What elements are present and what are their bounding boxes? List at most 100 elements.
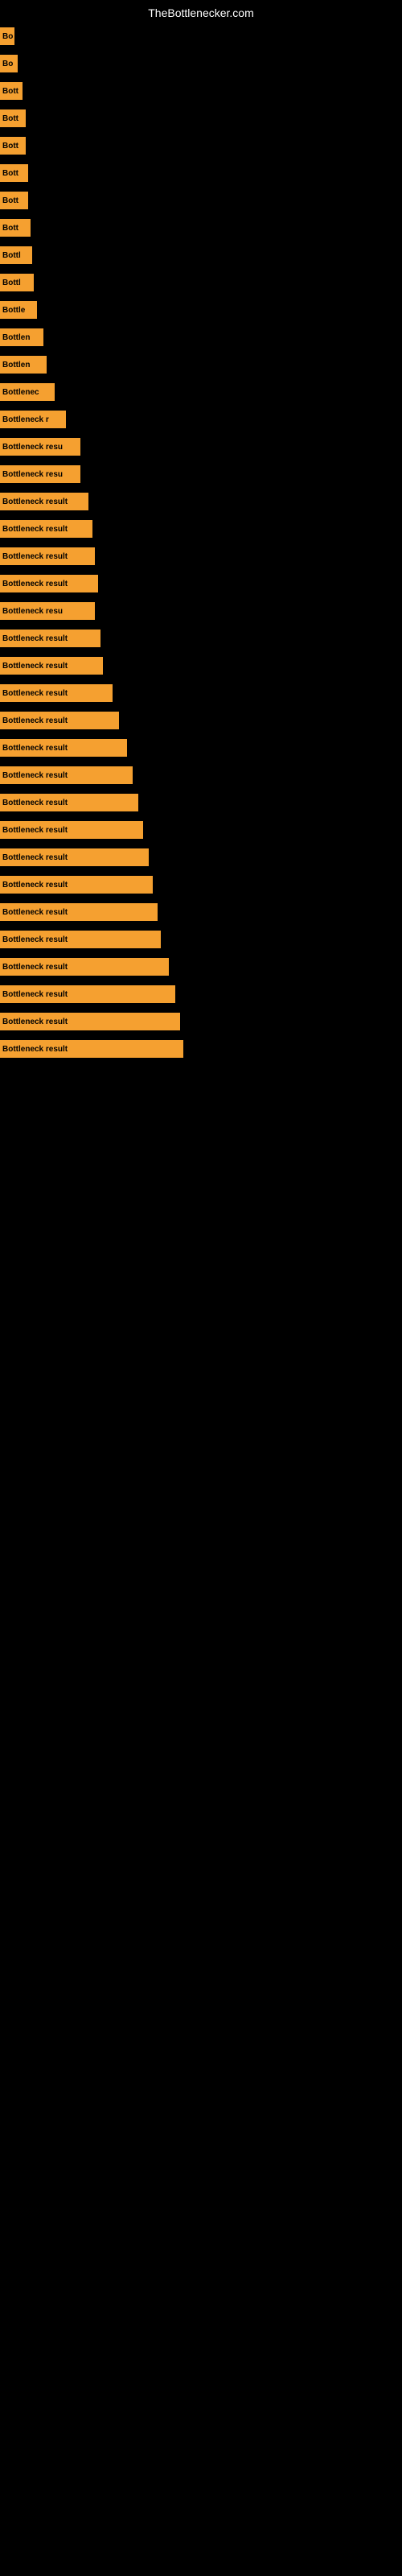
bar-row: Bott	[0, 77, 402, 105]
bar-row: Bottleneck resu	[0, 433, 402, 460]
bar: Bottlen	[0, 356, 47, 374]
bar-row: Bottleneck result	[0, 734, 402, 762]
bar: Bottlen	[0, 328, 43, 346]
bar: Bott	[0, 109, 26, 127]
site-title: TheBottlenecker.com	[0, 0, 402, 23]
bar-row: Bottleneck resu	[0, 597, 402, 625]
bar-row: Bottleneck result	[0, 625, 402, 652]
bar: Bottleneck result	[0, 712, 119, 729]
bar: Bottleneck result	[0, 493, 88, 510]
bar-row: Bottleneck result	[0, 953, 402, 980]
bar-text: Bottle	[2, 306, 25, 315]
bar-row: Bott	[0, 214, 402, 242]
bar-row: Bottlenec	[0, 378, 402, 406]
bar-text: Bottleneck result	[2, 580, 68, 588]
bar: Bottleneck result	[0, 657, 103, 675]
bar-text: Bottleneck result	[2, 990, 68, 999]
bar: Bottleneck result	[0, 1013, 180, 1030]
bar: Bottleneck resu	[0, 438, 80, 456]
bar-text: Bott	[2, 169, 18, 178]
bar: Bottleneck result	[0, 821, 143, 839]
bar-row: Bo	[0, 23, 402, 50]
bar-row: Bottleneck result	[0, 980, 402, 1008]
bar: Bott	[0, 192, 28, 209]
bar: Bottleneck result	[0, 903, 158, 921]
bar-text: Bottleneck resu	[2, 607, 63, 616]
bar: Bottleneck result	[0, 575, 98, 592]
bar-row: Bott	[0, 105, 402, 132]
bar-row: Bottleneck result	[0, 570, 402, 597]
bar-text: Bottleneck result	[2, 744, 68, 753]
bar-text: Bottleneck result	[2, 881, 68, 890]
bar-row: Bottleneck r	[0, 406, 402, 433]
bar-text: Bottleneck result	[2, 799, 68, 807]
bar: Bott	[0, 82, 23, 100]
bar-text: Bottleneck result	[2, 689, 68, 698]
bar-row: Bottlen	[0, 324, 402, 351]
bar-text: Bottleneck result	[2, 963, 68, 972]
bar-row: Bottl	[0, 242, 402, 269]
bar: Bottleneck result	[0, 684, 113, 702]
bar-row: Bo	[0, 50, 402, 77]
bar-text: Bottl	[2, 251, 21, 260]
bar-text: Bo	[2, 32, 13, 41]
bar-text: Bottlenec	[2, 388, 39, 397]
bar: Bott	[0, 164, 28, 182]
bar-text: Bottleneck result	[2, 826, 68, 835]
bar-row: Bottleneck result	[0, 1035, 402, 1063]
bar-text: Bottleneck result	[2, 853, 68, 862]
bar: Bottleneck result	[0, 985, 175, 1003]
bar-row: Bottleneck result	[0, 707, 402, 734]
bar: Bottleneck result	[0, 520, 92, 538]
bar-text: Bott	[2, 196, 18, 205]
bar-row: Bottleneck result	[0, 898, 402, 926]
bar-row: Bottleneck result	[0, 488, 402, 515]
bar: Bottleneck result	[0, 547, 95, 565]
bar-text: Bott	[2, 142, 18, 151]
bar-text: Bottleneck result	[2, 497, 68, 506]
bar: Bottleneck result	[0, 931, 161, 948]
bar: Bottlenec	[0, 383, 55, 401]
bar-text: Bottleneck result	[2, 908, 68, 917]
bar: Bottle	[0, 301, 37, 319]
bar: Bottleneck resu	[0, 602, 95, 620]
bar-text: Bottleneck result	[2, 935, 68, 944]
bar-text: Bott	[2, 114, 18, 123]
bar-row: Bottleneck result	[0, 926, 402, 953]
bar-row: Bottleneck result	[0, 871, 402, 898]
bar-text: Bottleneck resu	[2, 443, 63, 452]
bar-row: Bottleneck result	[0, 679, 402, 707]
bar-text: Bottl	[2, 279, 21, 287]
bar-row: Bottleneck result	[0, 816, 402, 844]
bar: Bottleneck result	[0, 1040, 183, 1058]
bar-row: Bottleneck result	[0, 789, 402, 816]
bar: Bottleneck result	[0, 739, 127, 757]
bar: Bottleneck result	[0, 630, 100, 647]
bar-text: Bottleneck result	[2, 716, 68, 725]
bar-row: Bottle	[0, 296, 402, 324]
bar-text: Bottlen	[2, 361, 30, 369]
bar-row: Bottleneck result	[0, 543, 402, 570]
bar-text: Bo	[2, 60, 13, 68]
bar-text: Bottleneck result	[2, 662, 68, 671]
bar: Bottleneck resu	[0, 465, 80, 483]
bar-row: Bottleneck result	[0, 1008, 402, 1035]
bar-row: Bottleneck resu	[0, 460, 402, 488]
bar-row: Bottleneck result	[0, 515, 402, 543]
bar: Bottleneck result	[0, 848, 149, 866]
bar-row: Bottleneck result	[0, 652, 402, 679]
bar: Bottl	[0, 274, 34, 291]
bar: Bott	[0, 219, 31, 237]
bar: Bottleneck result	[0, 876, 153, 894]
bar-text: Bottleneck result	[2, 1045, 68, 1054]
bar-row: Bott	[0, 132, 402, 159]
bar-text: Bottleneck result	[2, 552, 68, 561]
bar-text: Bott	[2, 224, 18, 233]
bar-text: Bottlen	[2, 333, 30, 342]
bar: Bo	[0, 55, 18, 72]
bar-text: Bottleneck result	[2, 634, 68, 643]
bar-row: Bott	[0, 187, 402, 214]
bar: Bottleneck r	[0, 411, 66, 428]
bars-container: Bo Bo Bott Bott Bott Bott Bott Bott Bottl Bottl Bo…	[0, 23, 402, 1063]
bar-row: Bottleneck result	[0, 762, 402, 789]
